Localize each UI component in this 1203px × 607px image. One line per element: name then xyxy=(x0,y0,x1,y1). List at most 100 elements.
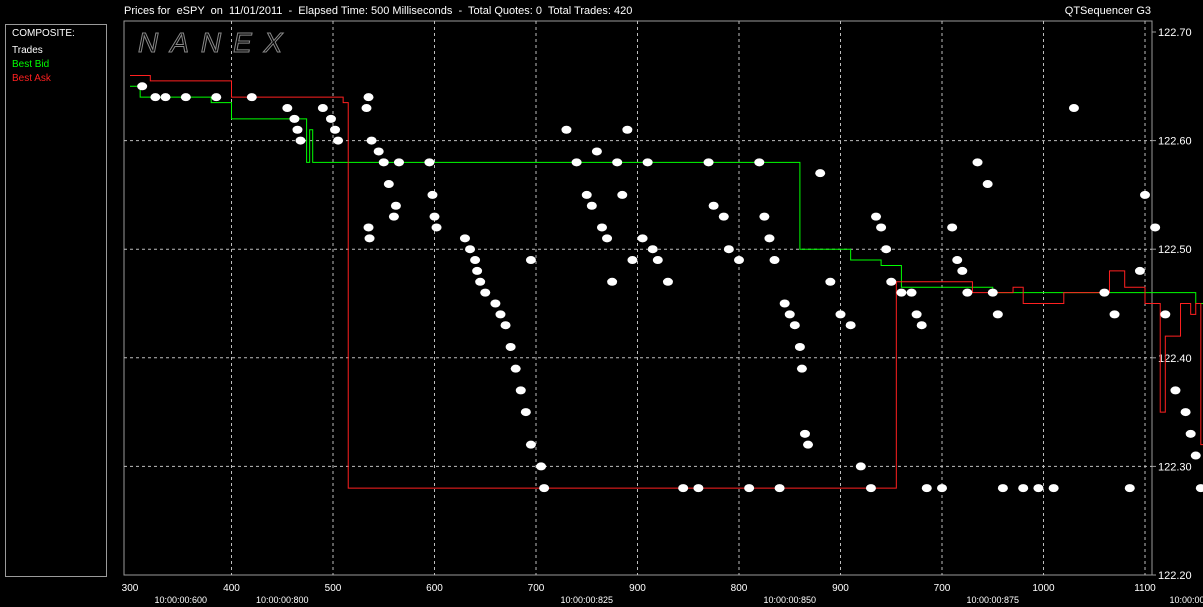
trade-point xyxy=(607,277,618,286)
x-tick-label: 900 xyxy=(629,583,646,594)
trade-point xyxy=(764,234,775,243)
trade-point xyxy=(759,212,770,221)
trade-point xyxy=(1033,484,1044,493)
trade-point xyxy=(652,256,663,265)
trade-point xyxy=(571,158,582,167)
trade-point xyxy=(383,180,394,189)
trade-point xyxy=(896,288,907,297)
trade-point xyxy=(427,190,438,199)
trade-point xyxy=(317,104,328,113)
trade-point xyxy=(525,256,536,265)
trade-point xyxy=(1185,429,1196,438)
trade-point xyxy=(734,256,744,265)
trade-point xyxy=(364,234,375,243)
trade-point xyxy=(1150,223,1161,232)
trade-point xyxy=(957,266,968,275)
trade-point xyxy=(881,245,892,254)
trade-point xyxy=(150,93,161,102)
y-tick-label: 122.70 xyxy=(1158,27,1192,39)
x-tick-label: 300 xyxy=(122,583,139,594)
y-axis-ticks: 122.70 122.60 122.50 122.40 122.30 122.20 xyxy=(1152,27,1192,582)
trade-point xyxy=(510,364,521,373)
y-tick-label: 122.20 xyxy=(1158,570,1192,582)
trade-point xyxy=(916,321,927,330)
trade-point xyxy=(472,266,483,275)
trade-point xyxy=(363,223,374,232)
trade-point xyxy=(921,484,932,493)
trade-point xyxy=(180,93,191,102)
trade-point xyxy=(794,342,805,351)
trade-point xyxy=(586,201,597,210)
trade-point xyxy=(1048,484,1059,493)
trade-point xyxy=(292,125,303,134)
trade-point xyxy=(906,288,917,297)
trade-point xyxy=(952,256,963,265)
trade-point xyxy=(774,484,785,493)
trade-point xyxy=(429,212,440,221)
trade-point xyxy=(876,223,887,232)
trade-point xyxy=(871,212,882,221)
x-time-label: 10:00:00:875 xyxy=(966,595,1019,605)
trade-point xyxy=(708,201,719,210)
x-tick-label: 400 xyxy=(223,583,240,594)
trade-point xyxy=(480,288,491,297)
trade-point xyxy=(500,321,511,330)
trade-point xyxy=(1170,386,1181,395)
trade-point xyxy=(325,114,336,123)
trade-point xyxy=(137,82,148,91)
trade-point xyxy=(662,277,673,286)
trade-point xyxy=(561,125,572,134)
trade-point xyxy=(992,310,1003,319)
y-tick-label: 122.30 xyxy=(1158,461,1192,473)
trade-point xyxy=(602,234,613,243)
trade-point xyxy=(947,223,958,232)
trade-point xyxy=(784,310,795,319)
trade-point xyxy=(475,277,486,286)
x-tick-label: 700 xyxy=(934,583,951,594)
trade-point xyxy=(1124,484,1135,493)
trade-point xyxy=(1068,104,1079,113)
trade-point xyxy=(431,223,442,232)
trade-point xyxy=(1195,484,1203,493)
trade-point xyxy=(333,136,344,145)
trade-point xyxy=(581,190,592,199)
trade-point xyxy=(815,169,826,178)
trade-point xyxy=(388,212,399,221)
trade-point xyxy=(617,190,628,199)
trade-point xyxy=(459,234,470,243)
trade-point xyxy=(769,256,780,265)
trade-point xyxy=(525,440,536,449)
trade-point xyxy=(982,180,993,189)
trade-point xyxy=(1160,310,1171,319)
trade-point xyxy=(723,245,734,254)
trade-point xyxy=(536,462,547,471)
trade-point xyxy=(987,288,998,297)
trade-point xyxy=(962,288,973,297)
trade-point xyxy=(637,234,648,243)
trade-point xyxy=(424,158,435,167)
trade-point xyxy=(779,299,790,308)
trade-point xyxy=(366,136,377,145)
trade-point xyxy=(378,158,389,167)
trade-point xyxy=(295,136,306,145)
trade-point xyxy=(1109,310,1120,319)
trade-point xyxy=(627,256,638,265)
trade-point xyxy=(678,484,689,493)
trade-point xyxy=(393,158,404,167)
trade-point xyxy=(972,158,983,167)
x-tick-label: 900 xyxy=(832,583,849,594)
trade-point xyxy=(612,158,623,167)
trade-point xyxy=(865,484,876,493)
trade-point xyxy=(622,125,633,134)
trade-point xyxy=(825,277,836,286)
trade-point xyxy=(363,93,374,102)
trade-point xyxy=(515,386,526,395)
x-tick-label: 800 xyxy=(731,583,748,594)
trade-point xyxy=(997,484,1008,493)
trade-point xyxy=(390,201,401,210)
trade-point xyxy=(789,321,800,330)
trade-point xyxy=(160,93,171,102)
x-tick-label: 1100 xyxy=(1134,583,1156,594)
x-time-label: 10:00:00:900 xyxy=(1169,595,1203,605)
y-tick-label: 122.50 xyxy=(1158,244,1192,256)
